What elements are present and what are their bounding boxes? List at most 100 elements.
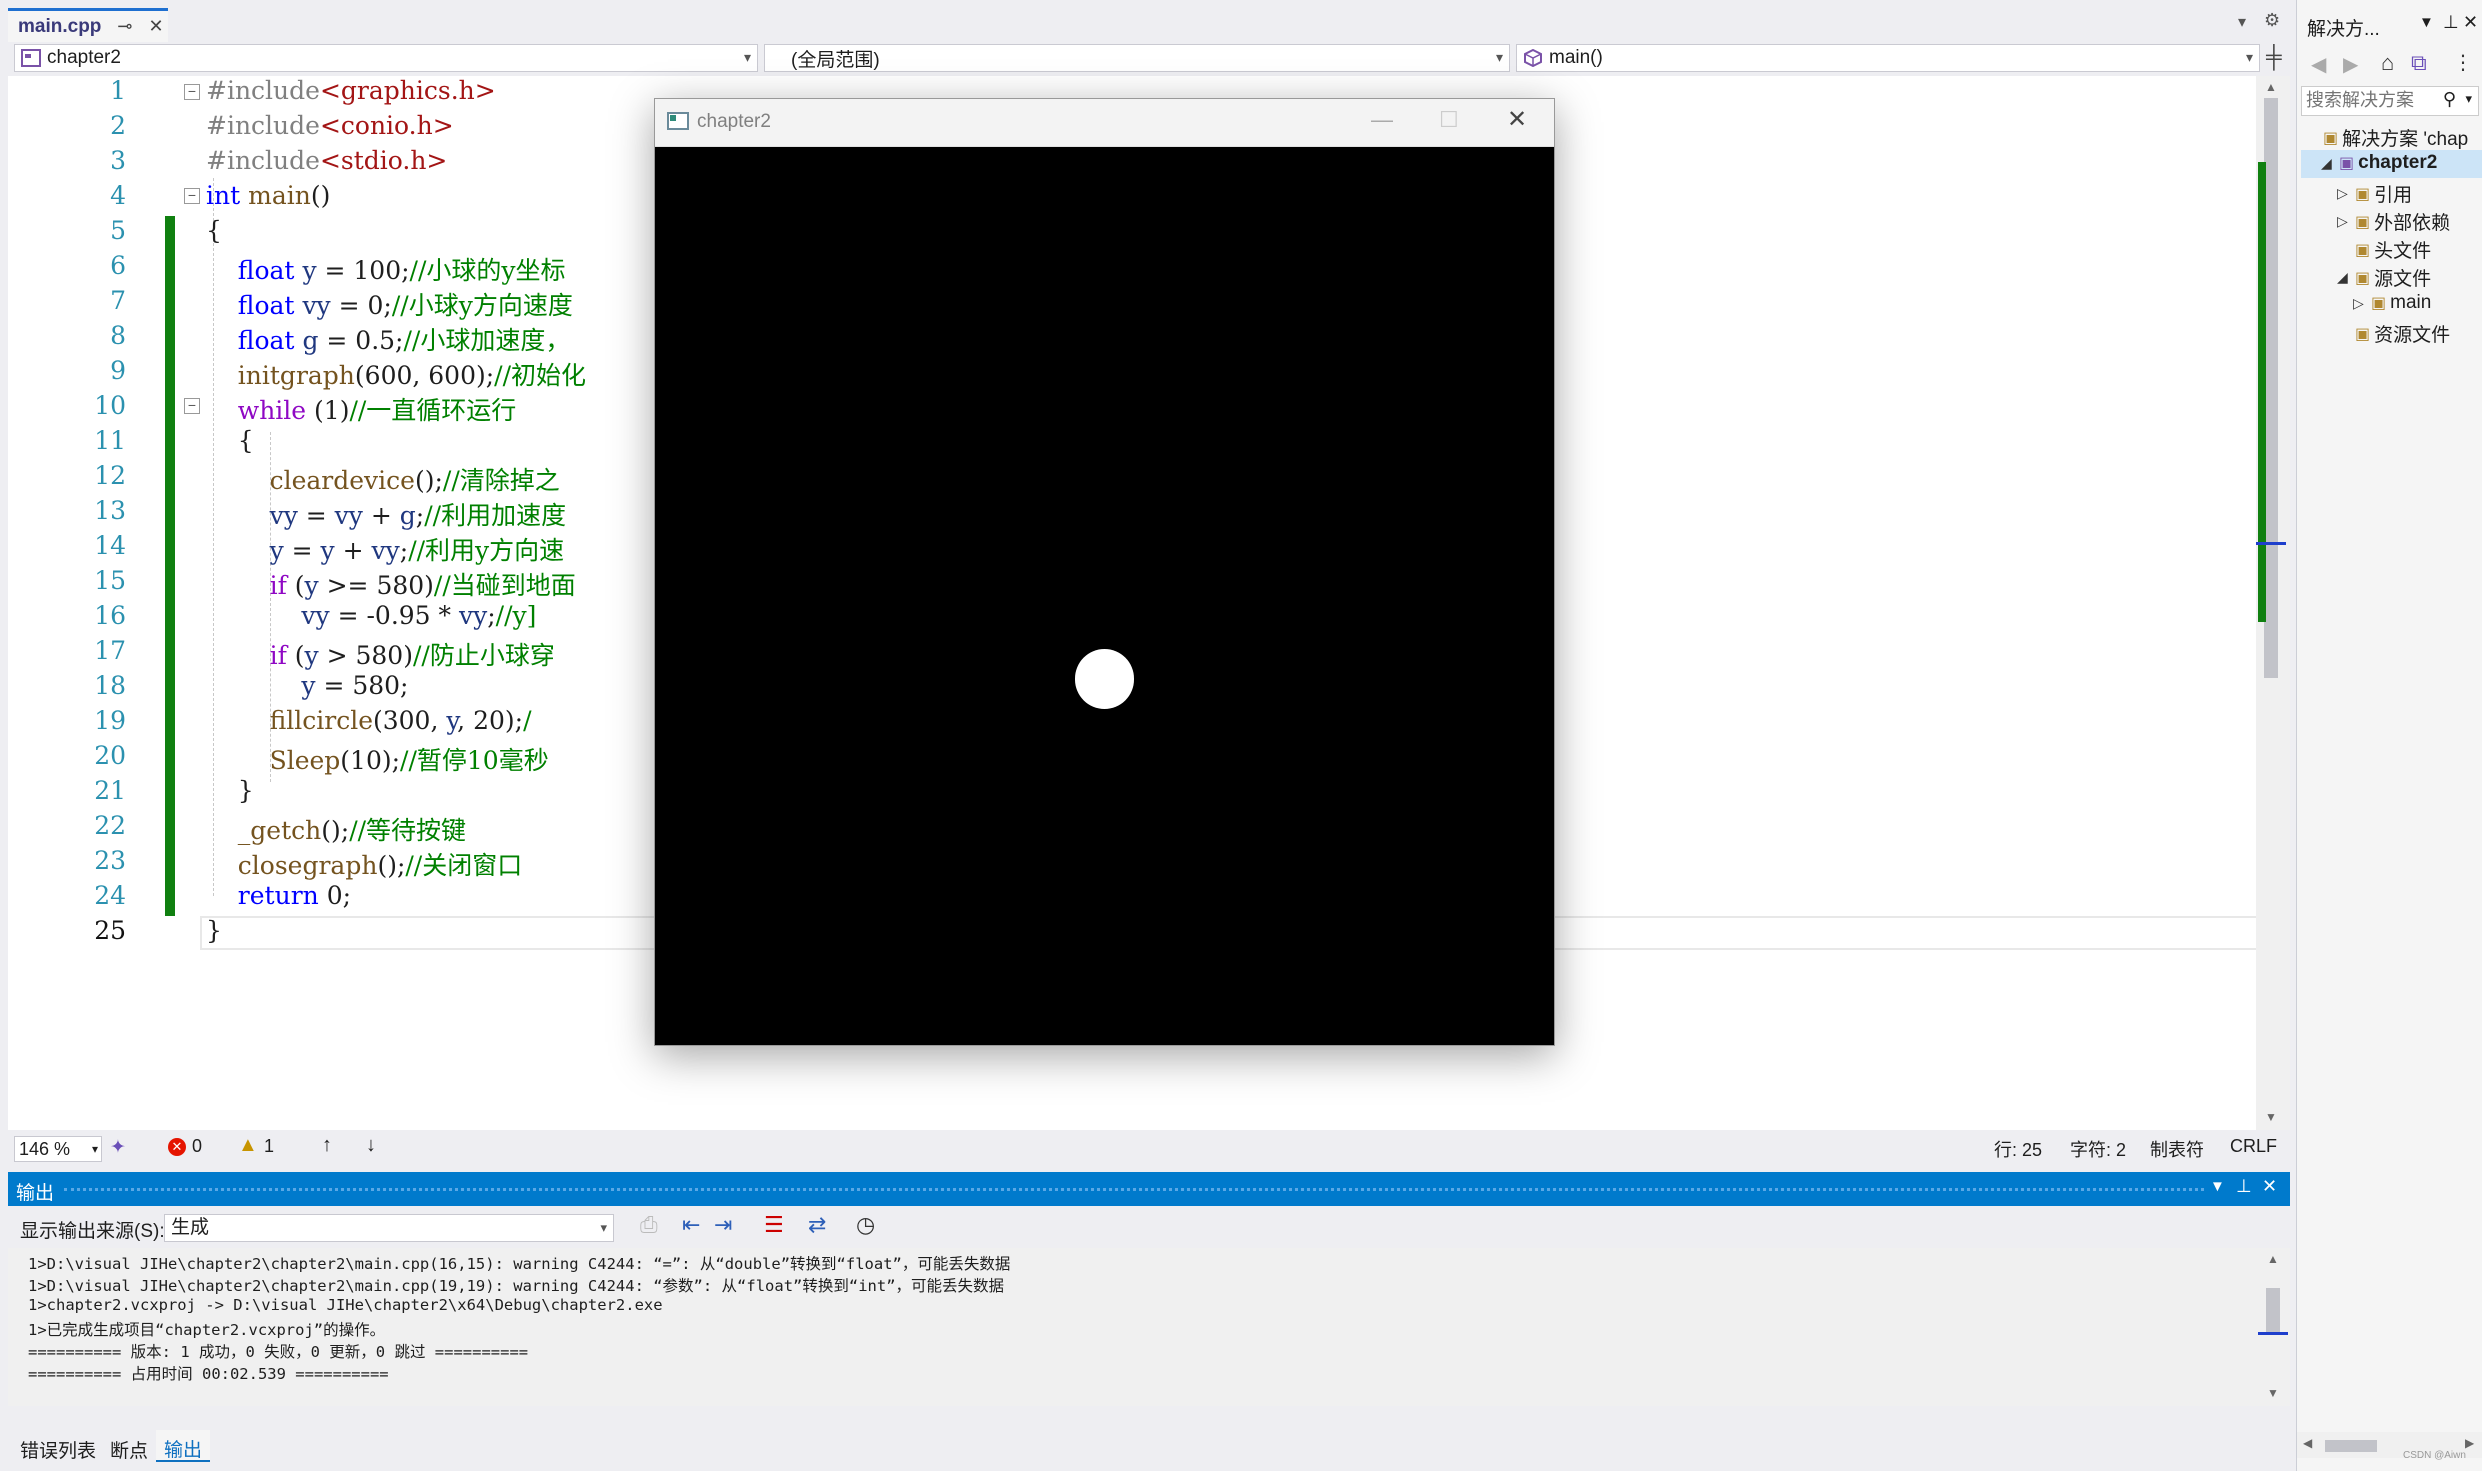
code-line[interactable]: while (1)//一直循环运行 bbox=[206, 391, 517, 427]
code-line[interactable]: #include<graphics.h> bbox=[206, 76, 496, 105]
collapse-icon[interactable]: − bbox=[184, 398, 200, 414]
code-line[interactable]: cleardevice();//清除掉之 bbox=[206, 461, 560, 497]
warning-icon[interactable]: ▲ bbox=[238, 1134, 258, 1157]
minimize-icon[interactable]: — bbox=[1371, 107, 1393, 133]
output-source-dropdown[interactable]: 生成 ▾ bbox=[164, 1214, 614, 1242]
code-line[interactable]: { bbox=[206, 426, 254, 455]
warning-count[interactable]: 1 bbox=[264, 1136, 274, 1157]
code-line[interactable]: float vy = 0;//小球y方向速度 bbox=[206, 286, 573, 322]
find-message-icon[interactable]: ⎙ bbox=[640, 1212, 658, 1238]
code-line[interactable]: #include<stdio.h> bbox=[206, 146, 447, 175]
code-line[interactable]: } bbox=[206, 916, 222, 945]
collapse-icon[interactable]: − bbox=[184, 188, 200, 204]
line-indicator[interactable]: 行: 25 bbox=[1994, 1136, 2042, 1162]
output-vertical-scrollbar[interactable]: ▲ ▼ bbox=[2258, 1248, 2290, 1406]
close-icon[interactable]: ✕ bbox=[2262, 1176, 2277, 1197]
tree-item[interactable]: ◢ ▣ chapter2 bbox=[2321, 152, 2437, 174]
code-line[interactable]: return 0; bbox=[206, 881, 351, 910]
code-line[interactable]: if (y > 580)//防止小球穿 bbox=[206, 636, 555, 672]
graphics-window[interactable]: chapter2 — ☐ ✕ bbox=[654, 98, 1555, 1046]
tree-item[interactable]: ◢ ▣ 源文件 bbox=[2337, 264, 2431, 291]
tab-output[interactable]: 输出 bbox=[156, 1430, 211, 1462]
error-count[interactable]: 0 bbox=[192, 1136, 202, 1157]
scroll-right-icon[interactable]: ▶ bbox=[2465, 1436, 2474, 1450]
forward-icon[interactable]: ▶ bbox=[2343, 52, 2358, 77]
close-icon[interactable]: ✕ bbox=[149, 16, 164, 37]
panel-options-dropdown-icon[interactable]: ▼ bbox=[2419, 14, 2434, 31]
tab-error-list[interactable]: 错误列表 bbox=[20, 1436, 96, 1463]
expand-arrow-icon[interactable]: ◢ bbox=[2337, 269, 2355, 286]
code-line[interactable]: vy = -0.95 * vy;//y] bbox=[206, 601, 536, 630]
toggle-word-wrap-icon[interactable]: ⇄ bbox=[808, 1212, 826, 1238]
project-dropdown[interactable]: chapter2 ▾ bbox=[14, 44, 758, 72]
search-icon[interactable]: ⚲ bbox=[2443, 89, 2456, 110]
intellicode-icon[interactable]: ✦ bbox=[110, 1136, 126, 1159]
previous-issue-arrow-icon[interactable]: ↑ bbox=[322, 1134, 332, 1157]
next-issue-arrow-icon[interactable]: ↓ bbox=[366, 1134, 376, 1157]
pin-icon[interactable]: ⊥ bbox=[2236, 1176, 2252, 1197]
code-line[interactable]: int main() bbox=[206, 181, 330, 210]
clock-icon[interactable]: ◷ bbox=[856, 1212, 875, 1238]
gear-icon[interactable]: ⚙ bbox=[2264, 10, 2280, 31]
code-line[interactable]: y = y + vy;//利用y方向速 bbox=[206, 531, 565, 567]
go-to-previous-icon[interactable]: ⇤ bbox=[682, 1212, 700, 1238]
code-line[interactable]: float y = 100;//小球的y坐标 bbox=[206, 251, 566, 287]
switch-views-icon[interactable]: ⧉ bbox=[2411, 50, 2427, 76]
tree-item[interactable]: ▣ 头文件 bbox=[2337, 236, 2431, 263]
code-line[interactable]: initgraph(600, 600);//初始化 bbox=[206, 356, 586, 392]
tree-item[interactable]: ▣ 资源文件 bbox=[2337, 320, 2450, 347]
scroll-left-icon[interactable]: ◀ bbox=[2303, 1436, 2312, 1450]
split-window-icon[interactable]: ╪ bbox=[2266, 44, 2282, 70]
solution-search-input[interactable] bbox=[2302, 87, 2430, 113]
scope-dropdown[interactable]: (全局范围) ▾ bbox=[764, 44, 1510, 72]
maximize-icon[interactable]: ☐ bbox=[1439, 107, 1459, 133]
scrollbar-thumb[interactable] bbox=[2266, 1288, 2280, 1332]
pin-icon[interactable]: ⊸ bbox=[117, 16, 132, 37]
code-line[interactable]: y = 580; bbox=[206, 671, 408, 700]
close-icon[interactable]: ✕ bbox=[1507, 105, 1527, 134]
zoom-dropdown[interactable]: 146 % ▾ bbox=[14, 1136, 102, 1162]
code-line[interactable]: vy = vy + g;//利用加速度 bbox=[206, 496, 567, 532]
code-line[interactable]: _getch();//等待按键 bbox=[206, 811, 466, 847]
tree-item[interactable]: ▣ 解决方案 'chap bbox=[2305, 124, 2468, 151]
graphics-window-titlebar[interactable]: chapter2 — ☐ ✕ bbox=[655, 99, 1554, 147]
scroll-down-icon[interactable]: ▼ bbox=[2265, 1110, 2277, 1124]
clear-all-icon[interactable]: ☰ bbox=[764, 1212, 784, 1238]
panel-options-dropdown-icon[interactable]: ▼ bbox=[2210, 1178, 2225, 1195]
go-to-next-icon[interactable]: ⇥ bbox=[714, 1212, 732, 1238]
expand-arrow-icon[interactable]: ◢ bbox=[2321, 155, 2339, 172]
drag-grip[interactable] bbox=[64, 1188, 2204, 1191]
chevron-down-icon[interactable]: ▾ bbox=[2465, 91, 2472, 107]
scrollbar-thumb[interactable] bbox=[2264, 98, 2278, 678]
tab-list-dropdown-icon[interactable]: ▾ bbox=[2238, 12, 2246, 32]
code-line[interactable]: fillcircle(300, y, 20);/ bbox=[206, 706, 532, 735]
scroll-up-icon[interactable]: ▲ bbox=[2267, 1252, 2279, 1266]
code-line[interactable]: #include<conio.h> bbox=[206, 111, 454, 140]
line-ending-indicator[interactable]: CRLF bbox=[2230, 1136, 2277, 1157]
scroll-down-icon[interactable]: ▼ bbox=[2267, 1386, 2279, 1400]
close-icon[interactable]: ✕ bbox=[2463, 12, 2478, 33]
member-dropdown[interactable]: main() ▾ bbox=[1516, 44, 2260, 72]
tab-indicator[interactable]: 制表符 bbox=[2150, 1136, 2204, 1162]
error-icon[interactable]: ✕ bbox=[168, 1138, 186, 1156]
pin-icon[interactable]: ⊥ bbox=[2443, 12, 2459, 33]
code-line[interactable]: closegraph();//关闭窗口 bbox=[206, 846, 522, 882]
code-line[interactable]: if (y >= 580)//当碰到地面 bbox=[206, 566, 576, 602]
tree-item[interactable]: ▷ ▣ 引用 bbox=[2337, 180, 2412, 207]
tree-item[interactable]: ▷ ▣ 外部依赖 bbox=[2337, 208, 2450, 235]
expand-arrow-icon[interactable]: ▷ bbox=[2337, 213, 2355, 230]
scrollbar-thumb[interactable] bbox=[2325, 1440, 2377, 1452]
toolbar-more-icon[interactable]: ⋮ bbox=[2453, 50, 2473, 75]
solution-search-box[interactable]: ⚲ ▾ bbox=[2301, 86, 2479, 116]
scroll-up-icon[interactable]: ▲ bbox=[2265, 80, 2277, 94]
home-icon[interactable]: ⌂ bbox=[2381, 50, 2394, 76]
tab-main-cpp[interactable]: main.cpp ⊸ ✕ bbox=[8, 8, 168, 42]
code-line[interactable]: Sleep(10);//暂停10毫秒 bbox=[206, 741, 549, 777]
editor-vertical-scrollbar[interactable]: ▲ ▼ bbox=[2256, 76, 2290, 1130]
collapse-icon[interactable]: − bbox=[184, 84, 200, 100]
back-icon[interactable]: ◀ bbox=[2311, 52, 2326, 77]
code-line[interactable]: float g = 0.5;//小球加速度， bbox=[206, 321, 571, 357]
expand-arrow-icon[interactable]: ▷ bbox=[2337, 185, 2355, 202]
char-indicator[interactable]: 字符: 2 bbox=[2070, 1136, 2126, 1162]
tree-item[interactable]: ▷ ▣ main bbox=[2353, 292, 2431, 314]
